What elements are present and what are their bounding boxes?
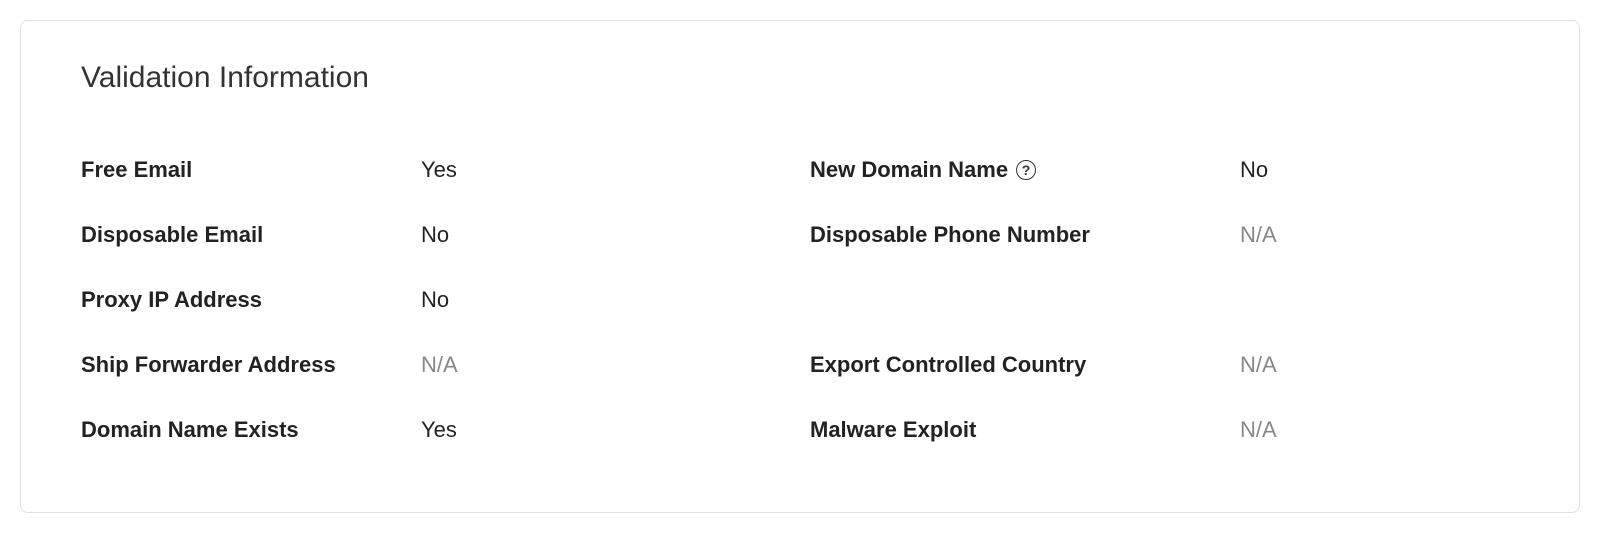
label-proxy-ip: Proxy IP Address: [81, 287, 421, 313]
value-domain-exists: Yes: [421, 417, 457, 443]
label-disposable-phone: Disposable Phone Number: [810, 222, 1240, 248]
right-column: New Domain Name ? No Disposable Phone Nu…: [800, 137, 1529, 462]
label-export-controlled: Export Controlled Country: [810, 352, 1240, 378]
row-disposable-email: Disposable Email No: [81, 202, 790, 267]
help-icon[interactable]: ?: [1016, 160, 1036, 180]
row-malware-exploit: Malware Exploit N/A: [810, 397, 1519, 462]
value-proxy-ip: No: [421, 287, 449, 313]
label-new-domain-text: New Domain Name: [810, 157, 1008, 183]
row-proxy-ip: Proxy IP Address No: [81, 267, 790, 332]
row-free-email: Free Email Yes: [81, 137, 790, 202]
validation-columns: Free Email Yes Disposable Email No Proxy…: [71, 137, 1529, 462]
value-disposable-email: No: [421, 222, 449, 248]
card-title: Validation Information: [81, 61, 1529, 95]
value-malware-exploit: N/A: [1240, 417, 1277, 443]
value-disposable-phone: N/A: [1240, 222, 1277, 248]
row-export-controlled: Export Controlled Country N/A: [810, 332, 1519, 397]
label-domain-exists: Domain Name Exists: [81, 417, 421, 443]
value-free-email: Yes: [421, 157, 457, 183]
left-column: Free Email Yes Disposable Email No Proxy…: [71, 137, 800, 462]
value-export-controlled: N/A: [1240, 352, 1277, 378]
row-empty: [810, 267, 1519, 332]
value-new-domain: No: [1240, 157, 1268, 183]
label-disposable-email: Disposable Email: [81, 222, 421, 248]
validation-info-card: Validation Information Free Email Yes Di…: [20, 20, 1580, 513]
row-ship-forwarder: Ship Forwarder Address N/A: [81, 332, 790, 397]
row-domain-exists: Domain Name Exists Yes: [81, 397, 790, 462]
label-new-domain: New Domain Name ?: [810, 157, 1240, 183]
row-new-domain: New Domain Name ? No: [810, 137, 1519, 202]
label-free-email: Free Email: [81, 157, 421, 183]
row-disposable-phone: Disposable Phone Number N/A: [810, 202, 1519, 267]
label-malware-exploit: Malware Exploit: [810, 417, 1240, 443]
value-ship-forwarder: N/A: [421, 352, 458, 378]
label-ship-forwarder: Ship Forwarder Address: [81, 352, 421, 378]
